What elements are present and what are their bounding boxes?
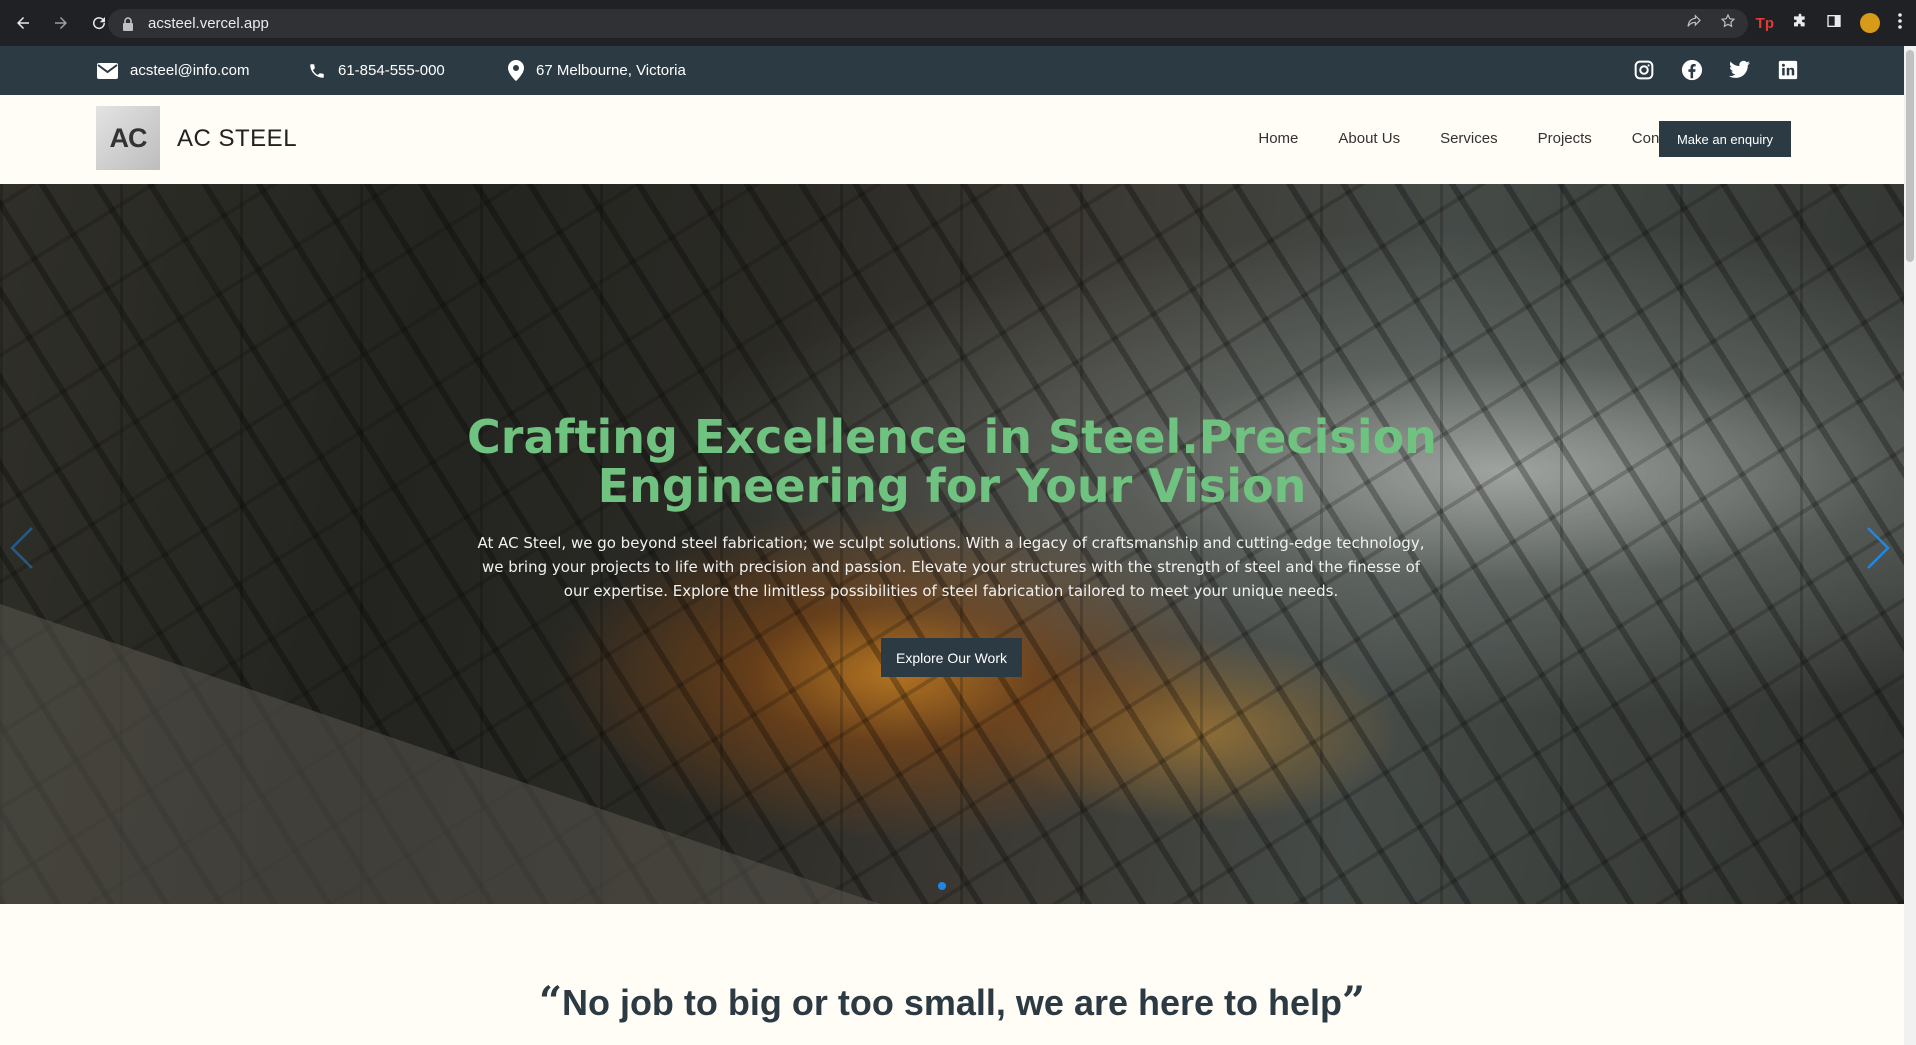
scrollbar-thumb[interactable] xyxy=(1906,50,1914,262)
close-quote-mark: ” xyxy=(1342,978,1366,1025)
mail-icon xyxy=(97,62,118,79)
email-contact[interactable]: acsteel@info.com xyxy=(97,62,249,79)
carousel-next-icon[interactable] xyxy=(1858,522,1898,574)
extension-tp-icon[interactable]: Tp xyxy=(1756,15,1774,32)
nav-about-us[interactable]: About Us xyxy=(1338,130,1400,147)
nav-home[interactable]: Home xyxy=(1258,130,1298,147)
main-nav: Home About Us Services Projects Contact … xyxy=(1258,130,1706,147)
twitter-icon[interactable] xyxy=(1728,58,1752,82)
email-text: acsteel@info.com xyxy=(130,62,250,79)
nav-projects[interactable]: Projects xyxy=(1538,130,1592,147)
explore-work-button[interactable]: Explore Our Work xyxy=(881,638,1022,677)
url-text: acsteel.vercel.app xyxy=(148,15,269,32)
make-enquiry-button[interactable]: Make an enquiry xyxy=(1659,121,1791,157)
linkedin-icon[interactable] xyxy=(1776,58,1800,82)
brand-name[interactable]: AC STEEL xyxy=(177,125,297,153)
page-scrollbar[interactable] xyxy=(1904,46,1916,1045)
tagline-text: No job to big or too small, we are here … xyxy=(561,982,1343,1023)
phone-contact[interactable]: 61-854-555-000 xyxy=(308,62,445,80)
tagline-quote: “No job to big or too small, we are here… xyxy=(0,978,1904,1025)
carousel-dot-1[interactable] xyxy=(938,882,946,890)
carousel-indicators xyxy=(938,882,946,890)
profile-avatar[interactable] xyxy=(1860,13,1880,33)
lock-icon xyxy=(122,16,134,31)
carousel-prev-icon[interactable] xyxy=(2,522,42,574)
nav-services[interactable]: Services xyxy=(1440,130,1498,147)
forward-icon[interactable] xyxy=(46,8,76,38)
location-pin-icon xyxy=(508,60,524,81)
browser-toolbar: acsteel.vercel.app Tp xyxy=(0,0,1916,46)
hero-carousel: Crafting Excellence in Steel.Precision E… xyxy=(0,184,1904,904)
site-header: AC AC STEEL Home About Us Services Proje… xyxy=(0,95,1904,184)
hero-title: Crafting Excellence in Steel.Precision E… xyxy=(467,410,1437,513)
address-bar[interactable]: acsteel.vercel.app xyxy=(108,9,1748,38)
share-icon[interactable] xyxy=(1686,13,1702,34)
side-panel-icon[interactable] xyxy=(1826,13,1842,34)
facebook-icon[interactable] xyxy=(1680,58,1704,82)
more-menu-icon[interactable] xyxy=(1898,12,1902,34)
instagram-icon[interactable] xyxy=(1632,58,1656,82)
address-contact[interactable]: 67 Melbourne, Victoria xyxy=(508,60,686,81)
phone-icon xyxy=(310,63,324,78)
extensions-puzzle-icon[interactable] xyxy=(1792,13,1808,34)
hero-description: At AC Steel, we go beyond steel fabricat… xyxy=(477,534,1425,600)
bookmark-star-icon[interactable] xyxy=(1720,13,1736,34)
site-logo[interactable]: AC xyxy=(96,106,160,170)
phone-text: 61-854-555-000 xyxy=(338,62,445,79)
open-quote-mark: “ xyxy=(538,978,562,1025)
logo-text: AC xyxy=(109,122,148,153)
back-icon[interactable] xyxy=(8,8,38,38)
address-text: 67 Melbourne, Victoria xyxy=(536,62,686,79)
contact-bar: acsteel@info.com 61-854-555-000 67 Melbo… xyxy=(0,46,1904,95)
